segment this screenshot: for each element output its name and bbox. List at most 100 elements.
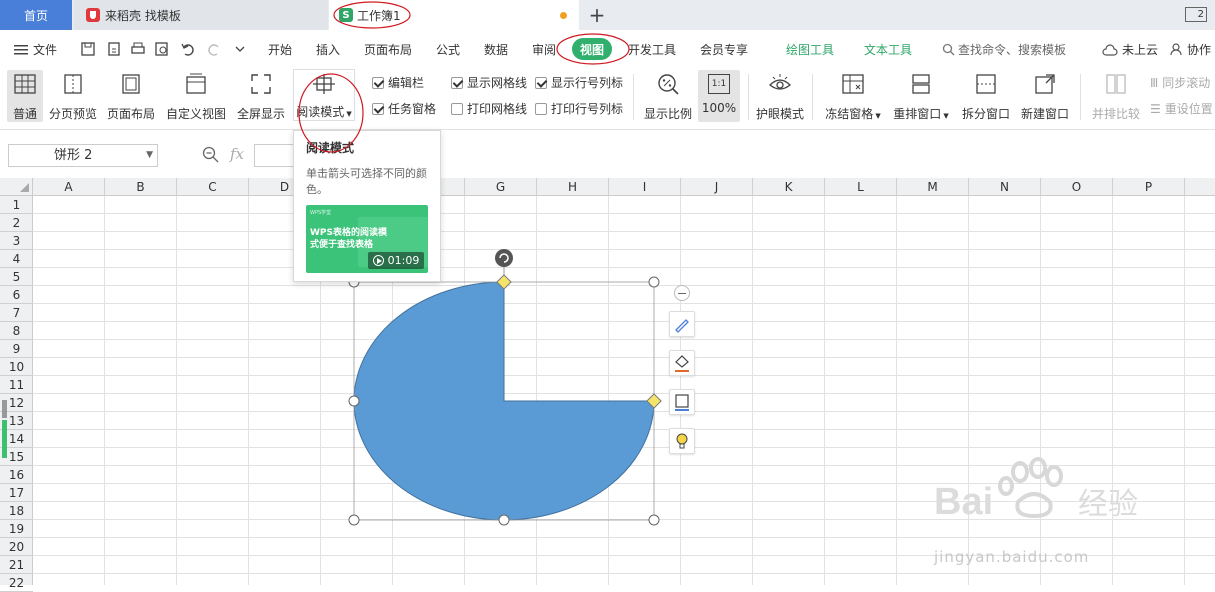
column-header-m[interactable]: M bbox=[897, 178, 969, 196]
row-header-8[interactable]: 8 bbox=[0, 322, 33, 340]
shape-effects-button[interactable] bbox=[669, 428, 695, 454]
edit-bar-checkbox[interactable]: 编辑栏 bbox=[372, 74, 424, 91]
row-header-4[interactable]: 4 bbox=[0, 250, 33, 268]
ribbon-separator bbox=[633, 74, 634, 120]
menu-drawing-tools[interactable]: 绘图工具 bbox=[786, 41, 834, 58]
fx-icon[interactable]: fx bbox=[230, 145, 244, 163]
reset-position-button[interactable]: ☰ 重设位置 bbox=[1150, 100, 1213, 117]
collaborate-button[interactable]: 协作 bbox=[1170, 41, 1211, 58]
menu-home[interactable]: 开始 bbox=[268, 41, 292, 58]
row-header-2[interactable]: 2 bbox=[0, 214, 33, 232]
column-header-i[interactable]: I bbox=[609, 178, 681, 196]
row-header-17[interactable]: 17 bbox=[0, 484, 33, 502]
shape-style-button[interactable] bbox=[669, 311, 695, 337]
column-header-g[interactable]: G bbox=[465, 178, 537, 196]
eye-protection-button[interactable]: 护眼模式 bbox=[754, 70, 806, 122]
column-header-o[interactable]: O bbox=[1041, 178, 1113, 196]
row-header-16[interactable]: 16 bbox=[0, 466, 33, 484]
menu-insert[interactable]: 插入 bbox=[316, 41, 340, 58]
reading-mode-button[interactable]: 阅读模式 ▼ bbox=[293, 69, 355, 121]
row-header-9[interactable]: 9 bbox=[0, 340, 33, 358]
command-search[interactable]: 查找命令、搜索模板 bbox=[942, 41, 1066, 58]
print-icon[interactable] bbox=[130, 41, 146, 57]
column-header-l[interactable]: L bbox=[825, 178, 897, 196]
new-window-button[interactable]: 新建窗口 bbox=[1019, 70, 1071, 122]
minus-icon bbox=[678, 293, 686, 294]
save-icon[interactable] bbox=[80, 41, 96, 57]
column-header-h[interactable]: H bbox=[537, 178, 609, 196]
name-box-dropdown-icon[interactable]: ▼ bbox=[146, 145, 153, 166]
zoom-icon[interactable] bbox=[202, 146, 220, 164]
zoom-100-button[interactable]: 1:1 100% bbox=[698, 70, 740, 122]
dropdown-caret-icon: ▼ bbox=[941, 112, 949, 120]
redo-icon[interactable] bbox=[206, 41, 222, 57]
quick-access-dropdown-icon[interactable] bbox=[232, 41, 248, 57]
arrange-windows-button[interactable]: 重排窗口 ▼ bbox=[890, 70, 952, 122]
row-header-6[interactable]: 6 bbox=[0, 286, 33, 304]
row-header-10[interactable]: 10 bbox=[0, 358, 33, 376]
column-header-b[interactable]: B bbox=[105, 178, 177, 196]
menu-review[interactable]: 审阅 bbox=[532, 41, 556, 58]
formula-input[interactable] bbox=[254, 144, 294, 167]
row-header-3[interactable]: 3 bbox=[0, 232, 33, 250]
tab-docer-templates[interactable]: 来稻壳 找模板 bbox=[74, 0, 328, 30]
print-headers-checkbox[interactable]: 打印行号列标 bbox=[535, 100, 623, 117]
row-header-21[interactable]: 21 bbox=[0, 556, 33, 574]
page-layout-view-button[interactable]: 页面布局 bbox=[105, 70, 157, 122]
new-tab-button[interactable]: + bbox=[585, 0, 609, 30]
tab-workbook[interactable]: S 工作簿1 bbox=[329, 0, 579, 30]
tooltip-video-thumbnail[interactable]: WPS学堂 WPS表格的阅读模式便于查找表格 01:09 bbox=[306, 205, 428, 273]
print-gridlines-checkbox[interactable]: 打印网格线 bbox=[451, 100, 527, 117]
column-header-c[interactable]: C bbox=[177, 178, 249, 196]
column-header-j[interactable]: J bbox=[681, 178, 753, 196]
column-header-p[interactable]: P bbox=[1113, 178, 1185, 196]
row-header-5[interactable]: 5 bbox=[0, 268, 33, 286]
row-header-1[interactable]: 1 bbox=[0, 196, 33, 214]
column-headers: ABCDEFGHIJKLMNOP bbox=[33, 178, 1215, 196]
cloud-status-button[interactable]: 未上云 bbox=[1102, 41, 1158, 58]
row-header-22[interactable]: 22 bbox=[0, 574, 33, 592]
ribbon-separator bbox=[748, 74, 749, 120]
menu-formulas[interactable]: 公式 bbox=[436, 41, 460, 58]
menu-developer[interactable]: 开发工具 bbox=[628, 41, 676, 58]
freeze-panes-icon bbox=[842, 74, 864, 94]
split-window-button[interactable]: 拆分窗口 bbox=[960, 70, 1012, 122]
page-break-preview-button[interactable]: 分页预览 bbox=[47, 70, 99, 122]
select-all-corner[interactable] bbox=[0, 178, 33, 196]
row-header-20[interactable]: 20 bbox=[0, 538, 33, 556]
column-header-k[interactable]: K bbox=[753, 178, 825, 196]
window-switch-button[interactable]: 2 bbox=[1185, 7, 1207, 22]
fullscreen-button[interactable]: 全屏显示 bbox=[235, 70, 287, 122]
undo-icon[interactable] bbox=[180, 41, 196, 57]
shape-fill-button[interactable] bbox=[669, 350, 695, 376]
row-header-18[interactable]: 18 bbox=[0, 502, 33, 520]
menu-member[interactable]: 会员专享 bbox=[700, 41, 748, 58]
column-header-n[interactable]: N bbox=[969, 178, 1041, 196]
sync-scroll-button[interactable]: Ⅲ 同步滚动 bbox=[1150, 74, 1210, 91]
task-pane-checkbox[interactable]: 任务窗格 bbox=[372, 100, 436, 117]
show-headers-checkbox[interactable]: 显示行号列标 bbox=[535, 74, 623, 91]
export-pdf-icon[interactable] bbox=[106, 41, 122, 57]
file-menu[interactable]: 文件 bbox=[14, 41, 57, 58]
zoom-button[interactable]: 显示比例 bbox=[643, 70, 693, 122]
row-header-19[interactable]: 19 bbox=[0, 520, 33, 538]
menu-page-layout[interactable]: 页面布局 bbox=[364, 41, 412, 58]
freeze-panes-button[interactable]: 冻结窗格 ▼ bbox=[822, 70, 884, 122]
column-header-a[interactable]: A bbox=[33, 178, 105, 196]
normal-view-button[interactable]: 普通 bbox=[7, 70, 43, 122]
shape-outline-button[interactable] bbox=[669, 389, 695, 415]
custom-view-button[interactable]: 自定义视图 bbox=[164, 70, 228, 122]
menu-view[interactable]: 视图 bbox=[572, 38, 612, 60]
menu-data[interactable]: 数据 bbox=[484, 41, 508, 58]
show-gridlines-checkbox[interactable]: 显示网格线 bbox=[451, 74, 527, 91]
name-box[interactable]: 饼形 2 ▼ bbox=[8, 144, 158, 167]
print-preview-icon[interactable] bbox=[154, 41, 170, 57]
row-header-7[interactable]: 7 bbox=[0, 304, 33, 322]
tab-home[interactable]: 首页 bbox=[0, 0, 72, 30]
row-header-11[interactable]: 11 bbox=[0, 376, 33, 394]
fill-bucket-icon bbox=[675, 355, 689, 372]
collapse-toolbar-button[interactable] bbox=[674, 285, 690, 301]
side-by-side-button[interactable]: 并排比较 bbox=[1090, 70, 1142, 122]
menu-text-tools[interactable]: 文本工具 bbox=[864, 41, 912, 58]
one-to-one-icon: 1:1 bbox=[708, 74, 730, 94]
